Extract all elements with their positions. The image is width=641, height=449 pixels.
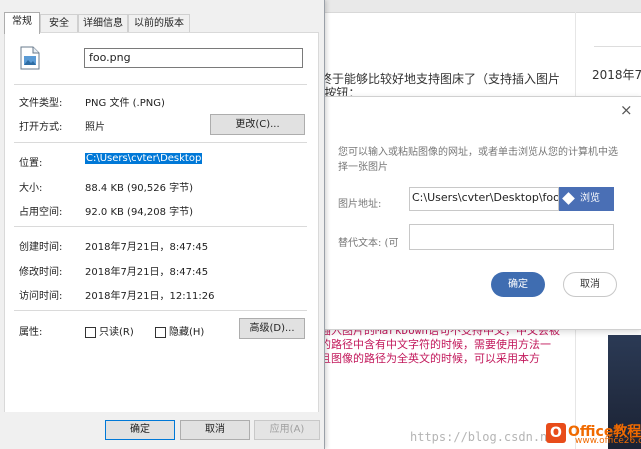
accessed-value: 2018年7月21日，12:11:26 bbox=[85, 291, 215, 302]
size-value: 88.4 KB (90,526 字节) bbox=[85, 183, 194, 194]
size-label: 大小: bbox=[19, 183, 43, 194]
checkbox-box bbox=[155, 326, 166, 338]
tab-previous-versions[interactable]: 以前的版本 bbox=[128, 14, 190, 33]
location-label: 位置: bbox=[19, 158, 43, 169]
checkbox-box bbox=[85, 326, 96, 338]
created-value: 2018年7月21日，8:47:45 bbox=[85, 242, 209, 253]
open-with-value: 照片 bbox=[85, 122, 105, 133]
divider bbox=[14, 310, 307, 311]
file-type-value: PNG 文件 (.PNG) bbox=[85, 98, 165, 109]
sidebar-date: 2018年7月 bbox=[592, 68, 641, 82]
tab-bar: 常规 安全 详细信息 以前的版本 bbox=[0, 12, 324, 34]
logo-url: www.office26.com bbox=[575, 436, 641, 446]
alt-text-label: 替代文本: (可 bbox=[338, 238, 399, 249]
change-button[interactable]: 更改(C)... bbox=[210, 114, 305, 135]
file-type-label: 文件类型: bbox=[19, 98, 63, 109]
tab-general[interactable]: 常规 bbox=[4, 12, 40, 34]
readonly-checkbox[interactable]: 只读(R) bbox=[85, 323, 134, 338]
cancel-button[interactable]: 取消 bbox=[180, 420, 250, 440]
url-watermark: https://blog.csdn.net bbox=[410, 430, 562, 444]
open-with-label: 打开方式: bbox=[19, 122, 63, 133]
tab-security[interactable]: 安全 bbox=[40, 14, 78, 33]
image-url-label: 图片地址: bbox=[338, 199, 382, 210]
insert-cancel-button[interactable]: 取消 bbox=[563, 272, 617, 297]
hidden-checkbox[interactable]: 隐藏(H) bbox=[155, 323, 204, 338]
divider bbox=[14, 84, 307, 85]
editor-topbar bbox=[320, 0, 641, 13]
browse-label: 浏览 bbox=[580, 193, 600, 204]
attributes-label: 属性: bbox=[19, 327, 43, 338]
image-url-input[interactable]: C:\Users\cvter\Desktop\foo.png bbox=[409, 187, 559, 211]
modified-label: 修改时间: bbox=[19, 267, 63, 278]
diamond-icon bbox=[562, 191, 575, 205]
insert-ok-button[interactable]: 确定 bbox=[491, 272, 545, 297]
image-file-icon bbox=[20, 46, 40, 70]
filename-input[interactable]: foo.png bbox=[84, 48, 303, 68]
browse-button[interactable]: 浏览 bbox=[559, 187, 614, 211]
divider bbox=[14, 226, 307, 227]
disk-size-value: 92.0 KB (94,208 字节) bbox=[85, 207, 194, 218]
alt-text-input[interactable] bbox=[409, 224, 614, 250]
close-icon[interactable]: × bbox=[620, 103, 633, 118]
modified-value: 2018年7月21日，8:47:45 bbox=[85, 267, 209, 278]
sidebar-rule bbox=[594, 46, 641, 47]
general-panel bbox=[4, 32, 319, 414]
readonly-label: 只读(R) bbox=[99, 327, 134, 338]
dialog-description: 择一张图片 bbox=[338, 162, 388, 173]
dialog-description: 您可以输入或粘贴图像的网址，或者单击浏览从您的计算机中选 bbox=[338, 147, 618, 158]
office-logo-icon: O bbox=[546, 423, 566, 443]
apply-button[interactable]: 应用(A) bbox=[254, 420, 320, 440]
disk-size-label: 占用空间: bbox=[19, 207, 63, 218]
advanced-button[interactable]: 高级(D)... bbox=[239, 318, 305, 339]
location-selected-text: C:\Users\cvter\Desktop bbox=[85, 153, 203, 164]
ok-button[interactable]: 确定 bbox=[105, 420, 175, 440]
accessed-label: 访问时间: bbox=[19, 291, 63, 302]
divider bbox=[14, 142, 307, 143]
tab-details[interactable]: 详细信息 bbox=[78, 14, 128, 33]
hidden-label: 隐藏(H) bbox=[169, 327, 205, 338]
location-value[interactable]: C:\Users\cvter\Desktop bbox=[85, 153, 203, 164]
editor-code-line: 且图像的路径为全英文的时候，可以采用本方 bbox=[320, 352, 540, 365]
created-label: 创建时间: bbox=[19, 242, 63, 253]
